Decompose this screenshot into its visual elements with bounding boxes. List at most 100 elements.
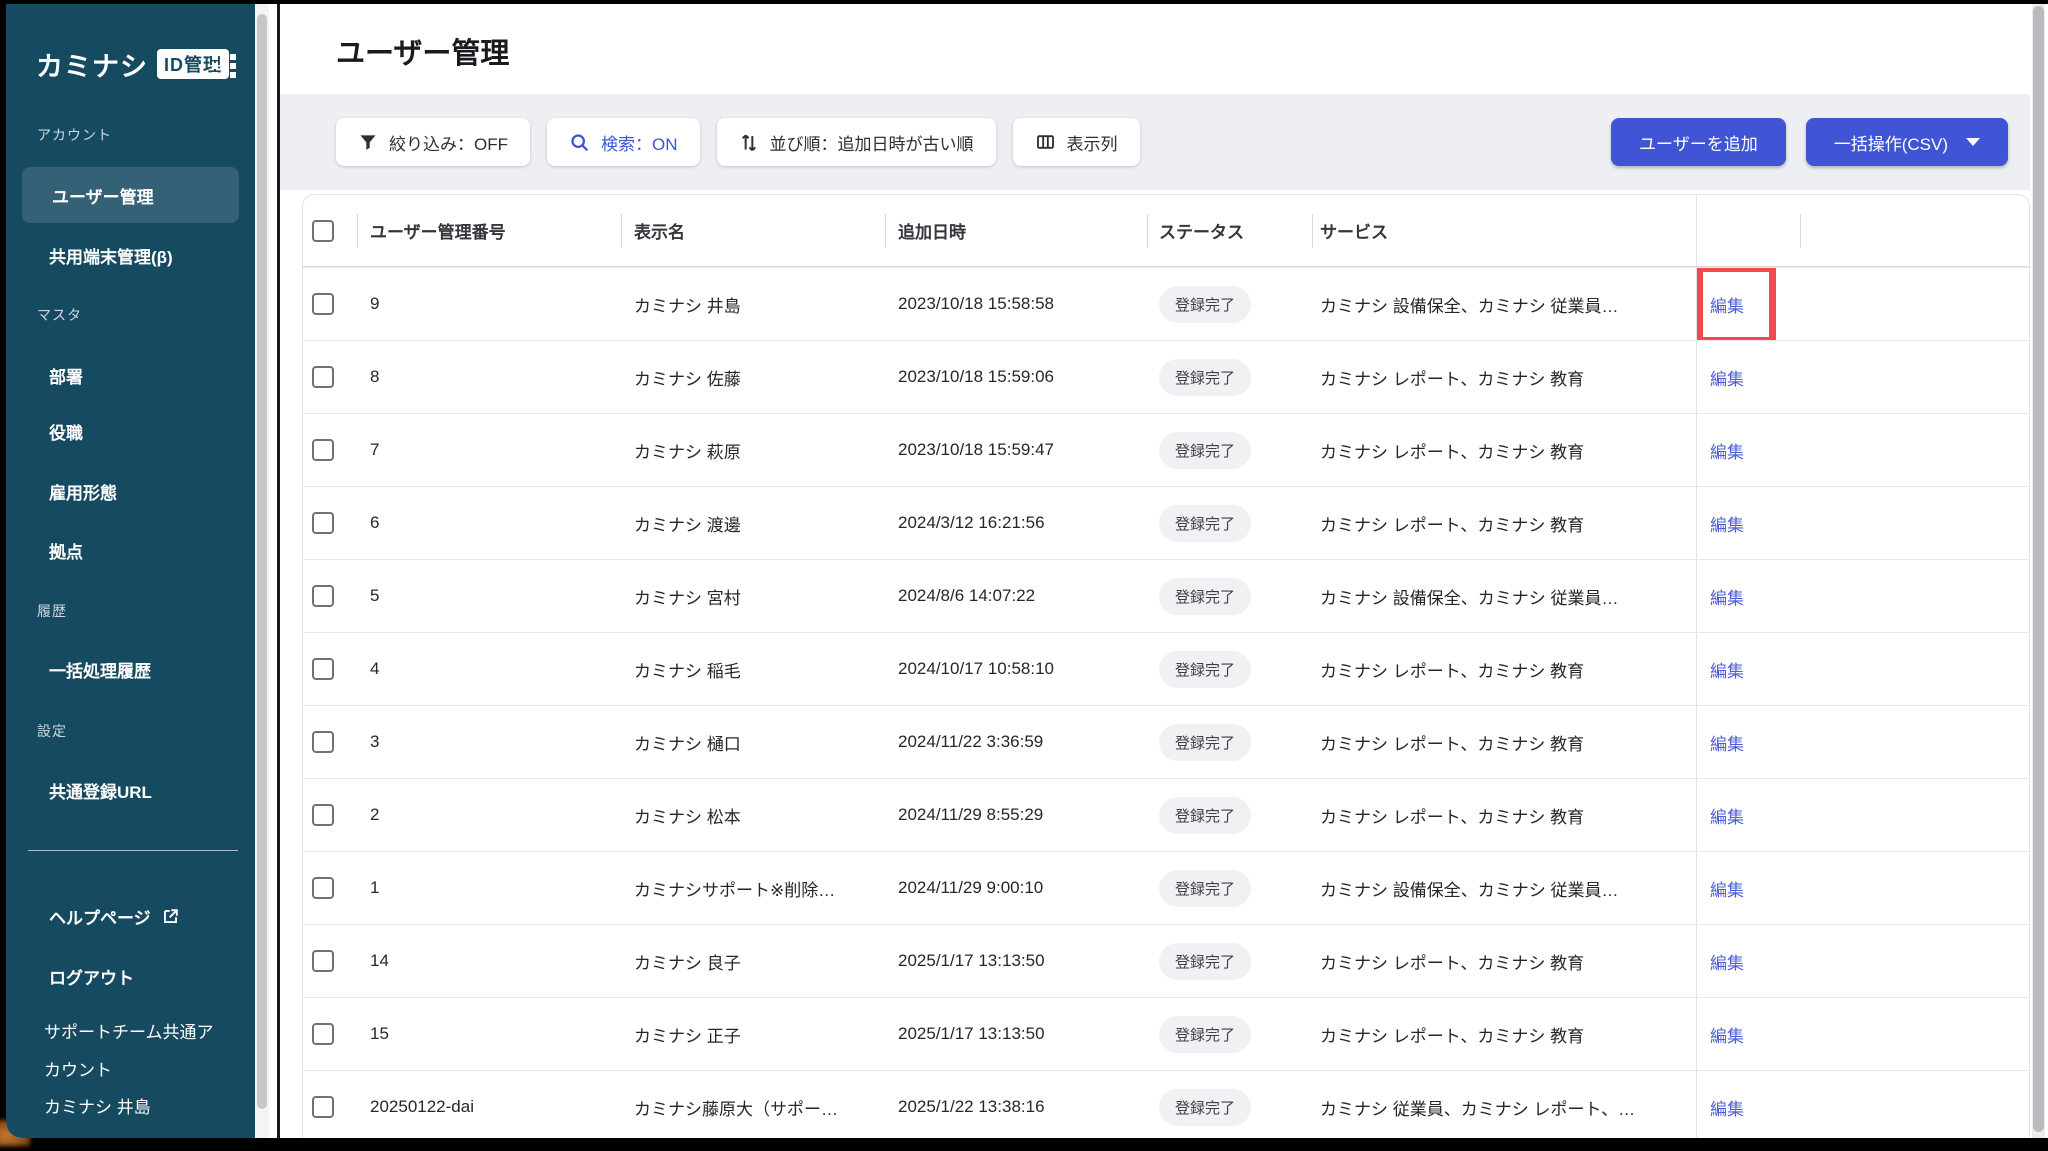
- sidebar-section-master: マスタ: [37, 305, 82, 325]
- column-separator: [357, 214, 358, 248]
- cell-added-datetime: 2023/10/18 15:58:58: [885, 294, 1147, 314]
- row-checkbox[interactable]: [312, 585, 334, 607]
- row-checkbox[interactable]: [312, 512, 334, 534]
- users-table: ユーザー管理番号 表示名 追加日時 ステータス サービス 9 カミナシ 井島: [302, 194, 2030, 1138]
- edit-link[interactable]: 編集: [1710, 438, 1744, 463]
- cell-display-name: カミナシ 佐藤: [621, 365, 885, 390]
- logout-button[interactable]: ログアウト: [49, 964, 134, 989]
- external-link-icon: [161, 907, 180, 931]
- cell-added-datetime: 2023/10/18 15:59:47: [885, 440, 1147, 460]
- row-checkbox[interactable]: [312, 950, 334, 972]
- edit-link[interactable]: 編集: [1710, 949, 1744, 974]
- table-row: 2 カミナシ 松本 2024/11/29 8:55:29 登録完了 カミナシ レ…: [303, 778, 2029, 851]
- status-badge: 登録完了: [1159, 505, 1251, 542]
- cell-added-datetime: 2025/1/22 13:38:16: [885, 1097, 1147, 1117]
- sidebar-item-shared-devices[interactable]: 共用端末管理(β): [49, 243, 173, 268]
- main-scrollbar[interactable]: [2030, 4, 2048, 1138]
- cell-user-id: 4: [357, 659, 621, 679]
- cell-added-datetime: 2025/1/17 13:13:50: [885, 951, 1147, 971]
- column-header-service: サービス: [1312, 218, 1696, 243]
- table-row: 6 カミナシ 渡邊 2024/3/12 16:21:56 登録完了 カミナシ レ…: [303, 486, 2029, 559]
- cell-services: カミナシ 設備保全、カミナシ 従業員…: [1312, 876, 1696, 901]
- cell-services: カミナシ レポート、カミナシ 教育: [1312, 657, 1696, 682]
- table-body: 9 カミナシ 井島 2023/10/18 15:58:58 登録完了 カミナシ …: [303, 267, 2029, 1138]
- apps-grid-icon[interactable]: [212, 54, 236, 78]
- add-user-button[interactable]: ユーザーを追加: [1611, 118, 1786, 166]
- sidebar-scrollbar[interactable]: [255, 4, 269, 1138]
- status-badge: 登録完了: [1159, 797, 1251, 834]
- help-page-link[interactable]: ヘルプページ: [49, 904, 180, 931]
- row-checkbox[interactable]: [312, 804, 334, 826]
- current-user-name: カミナシ 井島: [44, 1089, 151, 1127]
- column-header-name: 表示名: [621, 218, 885, 243]
- sidebar-section-settings: 設定: [37, 721, 67, 741]
- status-badge: 登録完了: [1159, 286, 1251, 323]
- cell-services: カミナシ レポート、カミナシ 教育: [1312, 511, 1696, 536]
- annotation-highlight-box: [1696, 268, 1776, 340]
- row-checkbox[interactable]: [312, 293, 334, 315]
- cell-services: カミナシ レポート、カミナシ 教育: [1312, 730, 1696, 755]
- table-row: 8 カミナシ 佐藤 2023/10/18 15:59:06 登録完了 カミナシ …: [303, 340, 2029, 413]
- cell-added-datetime: 2024/11/29 8:55:29: [885, 805, 1147, 825]
- cell-services: カミナシ 設備保全、カミナシ 従業員…: [1312, 292, 1696, 317]
- cell-blank: [1800, 852, 2029, 924]
- screen: カミナシ ID管理 アカウント ユーザー管理 共用端末管理(β) マスタ 部署 …: [0, 0, 2048, 1151]
- edit-link[interactable]: 編集: [1710, 730, 1744, 755]
- cell-added-datetime: 2024/11/29 9:00:10: [885, 878, 1147, 898]
- sidebar-item-common-registration-url[interactable]: 共通登録URL: [49, 778, 152, 803]
- cell-user-id: 8: [357, 367, 621, 387]
- column-separator: [1800, 214, 1801, 248]
- cell-added-datetime: 2024/11/22 3:36:59: [885, 732, 1147, 752]
- status-badge: 登録完了: [1159, 943, 1251, 980]
- main-scrollbar-thumb[interactable]: [2033, 6, 2044, 1132]
- column-separator: [885, 214, 886, 248]
- row-checkbox[interactable]: [312, 731, 334, 753]
- sort-button[interactable]: 並び順：追加日時が古い順: [717, 118, 996, 166]
- cell-services: カミナシ レポート、カミナシ 教育: [1312, 949, 1696, 974]
- filter-button[interactable]: 絞り込み：OFF: [336, 118, 530, 166]
- sidebar-item-locations[interactable]: 拠点: [49, 538, 83, 563]
- status-badge: 登録完了: [1159, 432, 1251, 469]
- table-row: 3 カミナシ 樋口 2024/11/22 3:36:59 登録完了 カミナシ レ…: [303, 705, 2029, 778]
- row-checkbox[interactable]: [312, 877, 334, 899]
- edit-link[interactable]: 編集: [1710, 657, 1744, 682]
- row-checkbox[interactable]: [312, 366, 334, 388]
- row-checkbox[interactable]: [312, 658, 334, 680]
- cell-user-id: 14: [357, 951, 621, 971]
- select-all-checkbox[interactable]: [312, 220, 334, 242]
- bulk-actions-button[interactable]: 一括操作(CSV): [1806, 118, 2008, 166]
- edit-link[interactable]: 編集: [1710, 1095, 1744, 1120]
- row-checkbox[interactable]: [312, 439, 334, 461]
- sidebar-scrollbar-thumb[interactable]: [257, 14, 267, 1109]
- columns-button[interactable]: 表示列: [1013, 118, 1140, 166]
- row-checkbox[interactable]: [312, 1023, 334, 1045]
- edit-link[interactable]: 編集: [1710, 584, 1744, 609]
- cell-blank: [1800, 560, 2029, 632]
- main-content: ユーザー管理 絞り込み：OFF 検索：ON 並び順：追加日時が古い順 表示列: [280, 4, 2048, 1138]
- edit-link[interactable]: 編集: [1710, 365, 1744, 390]
- cell-user-id: 20250122-dai: [357, 1097, 621, 1117]
- edit-link[interactable]: 編集: [1710, 803, 1744, 828]
- status-badge: 登録完了: [1159, 870, 1251, 907]
- cell-blank: [1800, 998, 2029, 1070]
- table-row: 5 カミナシ 宮村 2024/8/6 14:07:22 登録完了 カミナシ 設備…: [303, 559, 2029, 632]
- cell-display-name: カミナシ 樋口: [621, 730, 885, 755]
- sidebar-item-positions[interactable]: 役職: [49, 419, 83, 444]
- cell-added-datetime: 2025/1/17 13:13:50: [885, 1024, 1147, 1044]
- cell-blank: [1800, 633, 2029, 705]
- cell-added-datetime: 2024/3/12 16:21:56: [885, 513, 1147, 533]
- edit-link[interactable]: 編集: [1710, 1022, 1744, 1047]
- sidebar-item-batch-history[interactable]: 一括処理履歴: [49, 657, 151, 682]
- column-separator: [621, 214, 622, 248]
- edit-link[interactable]: 編集: [1710, 511, 1744, 536]
- table-row: 14 カミナシ 良子 2025/1/17 13:13:50 登録完了 カミナシ …: [303, 924, 2029, 997]
- cell-blank: [1800, 925, 2029, 997]
- search-button[interactable]: 検索：ON: [547, 118, 700, 166]
- row-checkbox[interactable]: [312, 1096, 334, 1118]
- sidebar-item-employment-type[interactable]: 雇用形態: [49, 479, 117, 504]
- sidebar-item-departments[interactable]: 部署: [49, 363, 83, 388]
- logo-text: カミナシ: [36, 45, 148, 84]
- edit-link[interactable]: 編集: [1710, 876, 1744, 901]
- status-badge: 登録完了: [1159, 724, 1251, 761]
- sidebar-item-user-management[interactable]: ユーザー管理: [22, 167, 239, 223]
